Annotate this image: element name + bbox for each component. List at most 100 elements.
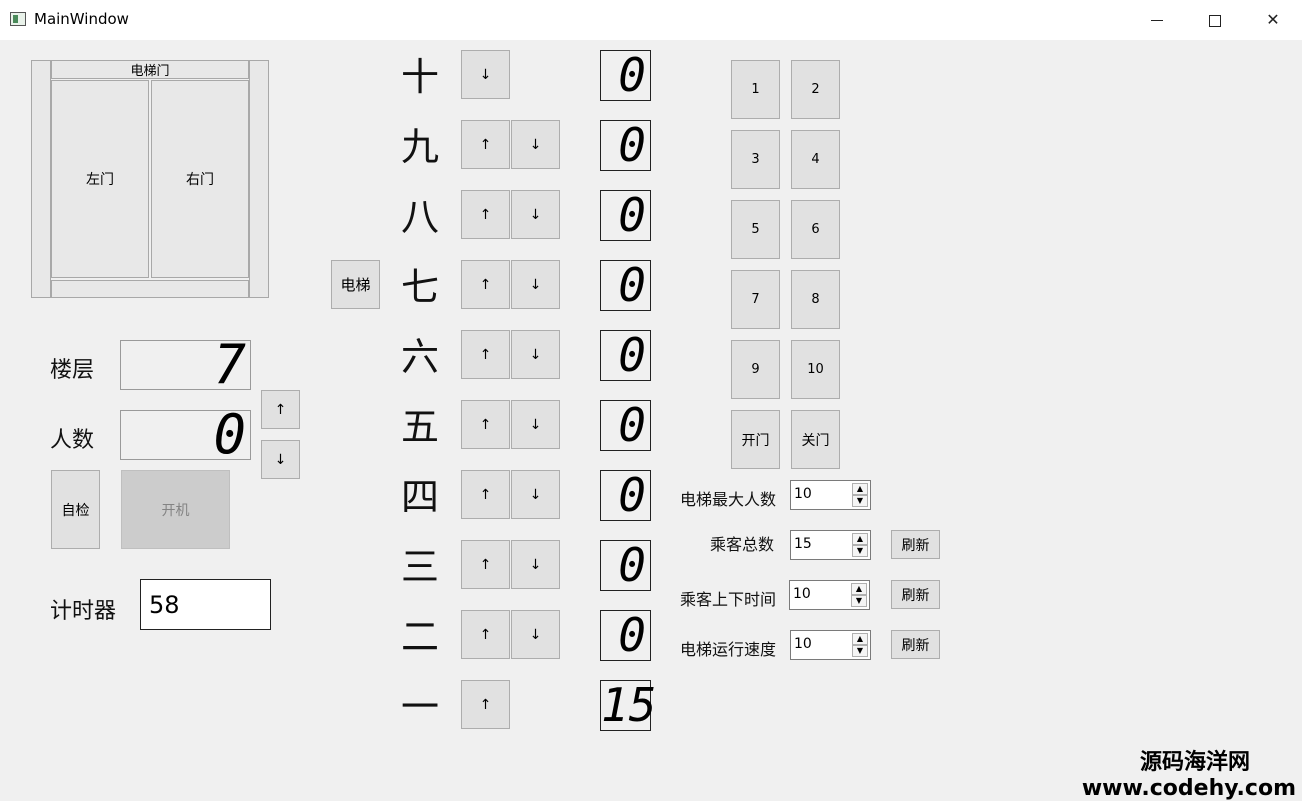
floor-select-button[interactable]: 3 (731, 130, 780, 189)
timer-label: 计时器 (50, 599, 117, 624)
floor-call-down-button[interactable]: ↓ (511, 400, 560, 449)
floor-call-down-button[interactable]: ↓ (511, 610, 560, 659)
floor-select-button[interactable]: 7 (731, 270, 780, 329)
floor-name: 四 (400, 475, 439, 519)
floor-name: 五 (400, 405, 439, 449)
watermark: 源码海洋网 www.codehy.com (1082, 744, 1296, 801)
arrow-down-icon: ↓ (529, 136, 542, 153)
timer-display: 58 (140, 579, 271, 630)
floor-call-up-button[interactable]: ↑ (461, 610, 510, 659)
floor-select-button[interactable]: 6 (791, 200, 840, 259)
arrow-up-icon: ↑ (274, 401, 287, 418)
floor-label: 楼层 (50, 358, 95, 383)
floor-waiting-count: 0 (600, 610, 651, 661)
floor-waiting-count: 0 (600, 330, 651, 381)
arrow-up-icon: ↑ (479, 696, 492, 713)
floor-call-up-button[interactable]: ↑ (461, 330, 510, 379)
close-icon: ✕ (1266, 10, 1280, 29)
maximize-button[interactable] (1186, 0, 1244, 40)
max-people-spinbox[interactable]: 10 ▲ ▼ (790, 480, 871, 510)
max-people-value: 10 (794, 486, 812, 502)
watermark-line1: 源码海洋网 (1139, 750, 1250, 775)
arrow-down-icon: ↓ (529, 486, 542, 503)
car-up-button[interactable]: ↑ (261, 390, 300, 429)
spin-up-icon[interactable]: ▲ (851, 583, 867, 595)
close-door-button[interactable]: 关门 (791, 410, 840, 469)
arrow-up-icon: ↑ (479, 626, 492, 643)
floor-call-down-button[interactable]: ↓ (511, 330, 560, 379)
floor-call-up-button[interactable]: ↑ (461, 470, 510, 519)
speed-spinbox[interactable]: 10 ▲ ▼ (790, 630, 871, 660)
floor-waiting-count: 0 (600, 120, 651, 171)
total-passengers-spinbox[interactable]: 15 ▲ ▼ (790, 530, 871, 560)
spin-up-icon[interactable]: ▲ (852, 533, 868, 545)
title-bar: MainWindow ✕ (0, 0, 1302, 40)
floor-select-button[interactable]: 2 (791, 60, 840, 119)
arrow-down-icon: ↓ (529, 346, 542, 363)
floor-select-button[interactable]: 9 (731, 340, 780, 399)
floor-waiting-count: 0 (600, 400, 651, 451)
door-right-rail (249, 60, 269, 298)
floor-call-up-button[interactable]: ↑ (461, 190, 510, 239)
arrow-up-icon: ↑ (479, 136, 492, 153)
current-floor-display: 7 (120, 338, 251, 392)
floor-select-button[interactable]: 4 (791, 130, 840, 189)
total-passengers-value: 15 (794, 536, 812, 552)
refresh-board-time-button[interactable]: 刷新 (891, 580, 940, 609)
floor-select-button[interactable]: 8 (791, 270, 840, 329)
floor-call-down-button[interactable]: ↓ (511, 190, 560, 239)
floor-name: 八 (400, 195, 439, 239)
floor-call-down-button[interactable]: ↓ (511, 260, 560, 309)
spin-up-icon[interactable]: ▲ (852, 633, 868, 645)
arrow-down-icon: ↓ (274, 451, 287, 468)
elevator-car-button[interactable]: 电梯 (331, 260, 380, 309)
arrow-up-icon: ↑ (479, 556, 492, 573)
floor-call-up-button[interactable]: ↑ (461, 540, 510, 589)
minimize-button[interactable] (1128, 0, 1186, 40)
max-people-label: 电梯最大人数 (680, 490, 777, 509)
arrow-down-icon: ↓ (529, 556, 542, 573)
floor-select-button[interactable]: 1 (731, 60, 780, 119)
spin-down-icon[interactable]: ▼ (851, 595, 867, 607)
floor-call-down-button[interactable]: ↓ (511, 470, 560, 519)
spin-down-icon[interactable]: ▼ (852, 545, 868, 557)
floor-select-button[interactable]: 10 (791, 340, 840, 399)
spin-up-icon[interactable]: ▲ (852, 483, 868, 495)
self-check-button[interactable]: 自检 (51, 470, 100, 549)
door-sill (51, 280, 249, 298)
floor-name: 二 (400, 615, 439, 659)
left-door: 左门 (51, 80, 149, 278)
refresh-total-button[interactable]: 刷新 (891, 530, 940, 559)
floor-call-up-button[interactable]: ↑ (461, 400, 510, 449)
floor-waiting-count: 0 (600, 470, 651, 521)
floor-waiting-count: 0 (600, 50, 651, 101)
car-down-button[interactable]: ↓ (261, 440, 300, 479)
floor-call-down-button[interactable]: ↓ (511, 120, 560, 169)
people-count-display: 0 (120, 408, 251, 462)
power-on-button[interactable]: 开机 (121, 470, 230, 549)
board-time-spinbox[interactable]: 10 ▲ ▼ (789, 580, 870, 610)
arrow-down-icon: ↓ (529, 206, 542, 223)
door-header: 电梯门 (51, 60, 249, 79)
floor-call-down-button[interactable]: ↓ (511, 540, 560, 589)
door-left-rail (31, 60, 51, 298)
open-door-button[interactable]: 开门 (731, 410, 780, 469)
arrow-up-icon: ↑ (479, 416, 492, 433)
floor-call-up-button[interactable]: ↑ (461, 680, 510, 729)
floor-name: 九 (400, 125, 439, 169)
people-label: 人数 (50, 428, 95, 453)
watermark-line2: www.codehy.com (1081, 776, 1296, 801)
floor-call-up-button[interactable]: ↑ (461, 260, 510, 309)
close-button[interactable]: ✕ (1244, 0, 1302, 40)
total-passengers-label: 乘客总数 (710, 535, 775, 554)
spin-down-icon[interactable]: ▼ (852, 645, 868, 657)
right-door: 右门 (151, 80, 249, 278)
floor-select-button[interactable]: 5 (731, 200, 780, 259)
floor-call-up-button[interactable]: ↑ (461, 120, 510, 169)
refresh-speed-button[interactable]: 刷新 (891, 630, 940, 659)
minimize-icon (1151, 20, 1163, 21)
board-time-label: 乘客上下时间 (680, 590, 777, 609)
maximize-icon (1209, 14, 1221, 27)
floor-call-down-button[interactable]: ↓ (461, 50, 510, 99)
spin-down-icon[interactable]: ▼ (852, 495, 868, 507)
